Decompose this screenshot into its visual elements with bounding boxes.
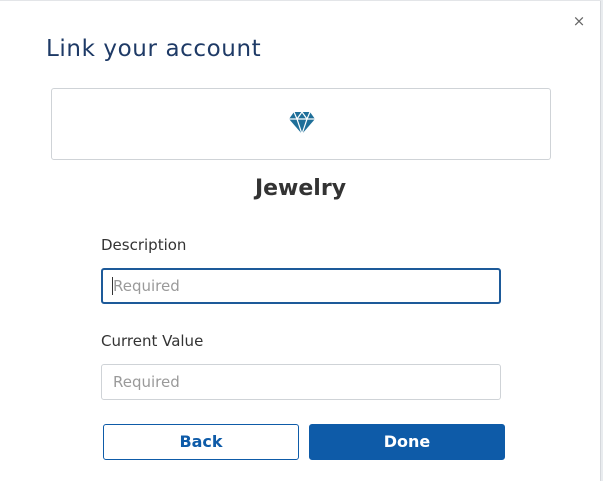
dialog-title: Link your account <box>46 36 262 62</box>
done-button[interactable]: Done <box>309 424 505 460</box>
back-button[interactable]: Back <box>103 424 299 460</box>
account-category-name: Jewelry <box>254 176 347 201</box>
account-logo-box <box>51 88 551 160</box>
current-value-input[interactable] <box>101 364 501 400</box>
link-account-dialog: × Link your account Jewelry Description … <box>0 0 601 481</box>
description-input[interactable] <box>101 268 501 304</box>
text-caret <box>112 277 113 295</box>
close-icon[interactable]: × <box>570 12 588 30</box>
diamond-icon <box>289 111 315 135</box>
dialog-top-border <box>0 0 601 1</box>
description-label: Description <box>101 236 187 254</box>
current-value-label: Current Value <box>101 332 204 350</box>
